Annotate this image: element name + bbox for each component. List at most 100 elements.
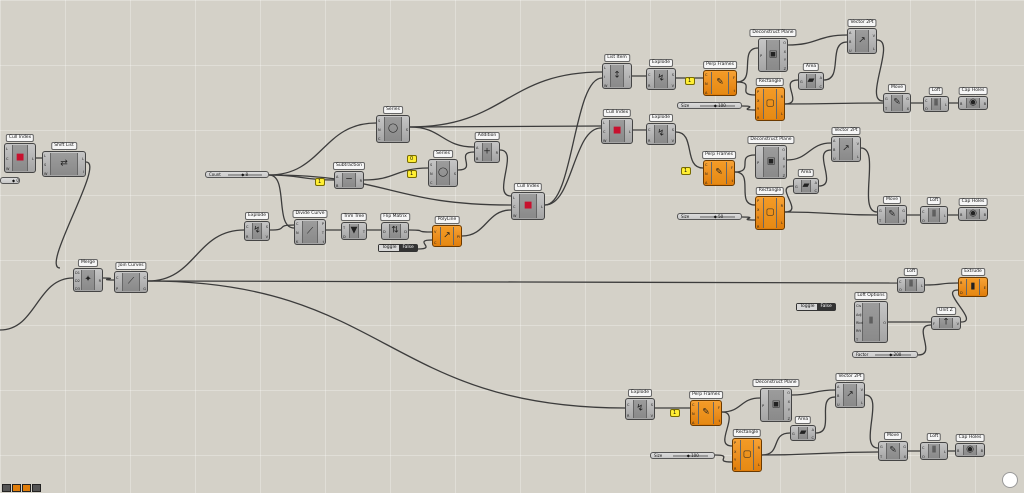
deconstruct-plane-2-output-2[interactable]: Y [783, 165, 785, 169]
explode-1-input-0[interactable]: C [246, 225, 248, 229]
vector-2pt-2-input-1[interactable]: B [833, 148, 835, 152]
perp-frames-3-input-2[interactable]: A [692, 421, 694, 425]
join-curves-output-1[interactable]: G [143, 287, 146, 291]
perp-frames-1-input-2[interactable]: A [705, 91, 707, 95]
move-1-input-1[interactable]: T [885, 107, 887, 111]
cap-holes-2-input-0[interactable]: B [960, 213, 962, 217]
cap-holes-2[interactable]: ◉ B B [958, 207, 988, 221]
flip-matrix-input-0[interactable]: D [383, 230, 386, 234]
rectangle-2-input-0[interactable]: P [757, 199, 759, 203]
shift-list-output-1[interactable]: I [83, 170, 84, 174]
move-3-output-1[interactable]: X [904, 455, 906, 459]
series-2[interactable]: ◯ S N C S [428, 159, 458, 187]
perp-frames-panel-2[interactable]: 1 [681, 167, 691, 175]
area-3[interactable]: ▰ G A C [790, 425, 816, 441]
perp-frames-1-output-0[interactable]: F [733, 76, 735, 80]
perp-frames-3-input-0[interactable]: C [692, 403, 694, 407]
deconstruct-plane-1-input-0[interactable]: P [760, 54, 762, 58]
area-2-input-0[interactable]: G [795, 185, 798, 189]
rectangle-3-input-3[interactable]: R [734, 467, 736, 471]
move-3-output-0[interactable]: G [903, 445, 906, 449]
move-1[interactable]: ✎ G T G X [883, 93, 911, 113]
series-1[interactable]: ◯ S N C S [376, 115, 410, 143]
toolbar-button-2-icon[interactable] [12, 484, 21, 492]
series-2-input-0[interactable]: S [430, 163, 432, 167]
loft-3-output-0[interactable]: L [921, 284, 923, 288]
rectangle-1-input-0[interactable]: P [757, 90, 759, 94]
rectangle-2-input-3[interactable]: R [757, 225, 759, 229]
wire-36[interactable] [741, 105, 756, 111]
cap-holes-3-input-0[interactable]: B [957, 449, 959, 453]
cull-index-3-output-0[interactable]: L [629, 130, 631, 134]
vector-2pt-3-output-1[interactable]: L [861, 401, 863, 405]
wire-23[interactable] [544, 77, 603, 206]
grasshopper-canvas[interactable]: ■ L C W L Cull Index ⇄ L S W L I Shift List ✦ D1 D2 D3 R M… [0, 0, 1024, 493]
area-1-output-0[interactable]: A [820, 76, 822, 80]
move-2-output-1[interactable]: X [903, 219, 905, 223]
polyline-input-1[interactable]: C [434, 241, 436, 245]
deconstruct-plane-2[interactable]: ▣ P O X Y Z [755, 145, 787, 179]
loft-options[interactable]: ⫴ Cls Adj Rbd Rft T O [854, 301, 888, 343]
wire-27[interactable] [736, 47, 759, 83]
navigation-compass-icon[interactable] [1002, 472, 1018, 488]
loft-1-input-1[interactable]: O [925, 107, 928, 111]
area-2[interactable]: ▰ G A C [793, 178, 819, 194]
wire-56[interactable] [791, 389, 836, 396]
loft-options-input-4[interactable]: T [856, 338, 858, 342]
left-edge-slider[interactable]: ◆ 0 [0, 177, 20, 184]
subtraction-panel[interactable]: 1 [315, 178, 325, 186]
perp-frames-2-output-1[interactable]: t [732, 179, 733, 183]
rectangle-2-input-2[interactable]: Y [757, 216, 759, 220]
deconstruct-plane-2-output-0[interactable]: O [782, 148, 785, 152]
loft-2-output-0[interactable]: L [944, 214, 946, 218]
addition-input-0[interactable]: A [476, 146, 478, 150]
shift-list-input-1[interactable]: S [44, 163, 46, 167]
list-item-output-0[interactable]: i [629, 75, 630, 79]
loft-4-input-1[interactable]: O [922, 455, 925, 459]
deconstruct-plane-3-output-3[interactable]: Z [788, 417, 790, 421]
loft-3-input-0[interactable]: C [899, 280, 901, 284]
wire-11[interactable] [363, 167, 429, 181]
addition-input-1[interactable]: B [476, 157, 478, 161]
cull-index-2-output-0[interactable]: L [541, 205, 543, 209]
divide-curve-input-2[interactable]: K [296, 240, 298, 244]
unit-z-output-0[interactable]: V [957, 322, 959, 326]
loft-1[interactable]: ⫴ C O L [923, 96, 949, 112]
rectangle-2-input-1[interactable]: X [757, 208, 759, 212]
move-2-input-1[interactable]: T [879, 219, 881, 223]
rectangle-1-output-0[interactable]: R [781, 95, 783, 99]
wire-0[interactable] [0, 277, 74, 331]
vector-2pt-1-input-1[interactable]: B [849, 40, 851, 44]
vector-2pt-3-output-0[interactable]: V [861, 388, 863, 392]
list-item-input-0[interactable]: L [604, 66, 606, 70]
cull-index-1-input-2[interactable]: W [6, 167, 9, 171]
vector-2pt-2-input-0[interactable]: A [833, 139, 835, 143]
area-3-output-1[interactable]: C [812, 436, 814, 440]
perp-frames-2-output-0[interactable]: F [731, 166, 733, 170]
vector-2pt-3[interactable]: ↗ A B U V L [835, 382, 865, 408]
perp-frames-panel-3[interactable]: 1 [670, 409, 680, 417]
merge-input-0[interactable]: D1 [75, 271, 80, 275]
wire-14[interactable] [409, 71, 603, 128]
explode-2-input-0[interactable]: C [648, 73, 650, 77]
rectangle-1-input-2[interactable]: Y [757, 107, 759, 111]
series-2-input-2[interactable]: C [430, 181, 432, 185]
shift-list[interactable]: ⇄ L S W L I [42, 151, 86, 177]
rectangle-3-input-2[interactable]: Y [734, 458, 736, 462]
explode-2-output-1[interactable]: V [672, 84, 674, 88]
rectangle-3-input-0[interactable]: P [734, 441, 736, 445]
explode-4-input-0[interactable]: C [627, 403, 629, 407]
wire-21[interactable] [461, 209, 512, 237]
move-2-input-0[interactable]: G [879, 209, 882, 213]
shift-list-input-2[interactable]: W [44, 172, 47, 176]
explode-4-input-1[interactable]: R [627, 414, 629, 418]
wire-60[interactable] [761, 451, 879, 456]
vector-2pt-1-output-0[interactable]: V [873, 34, 875, 38]
move-1-input-0[interactable]: G [885, 97, 888, 101]
move-3-input-1[interactable]: T [880, 455, 882, 459]
loft-2-input-1[interactable]: O [922, 219, 925, 223]
wire-43[interactable] [818, 149, 832, 187]
perp-frames-2[interactable]: ✎ C N A Ft [703, 160, 735, 186]
explode-3-input-0[interactable]: C [648, 128, 650, 132]
wire-32[interactable] [875, 39, 885, 102]
